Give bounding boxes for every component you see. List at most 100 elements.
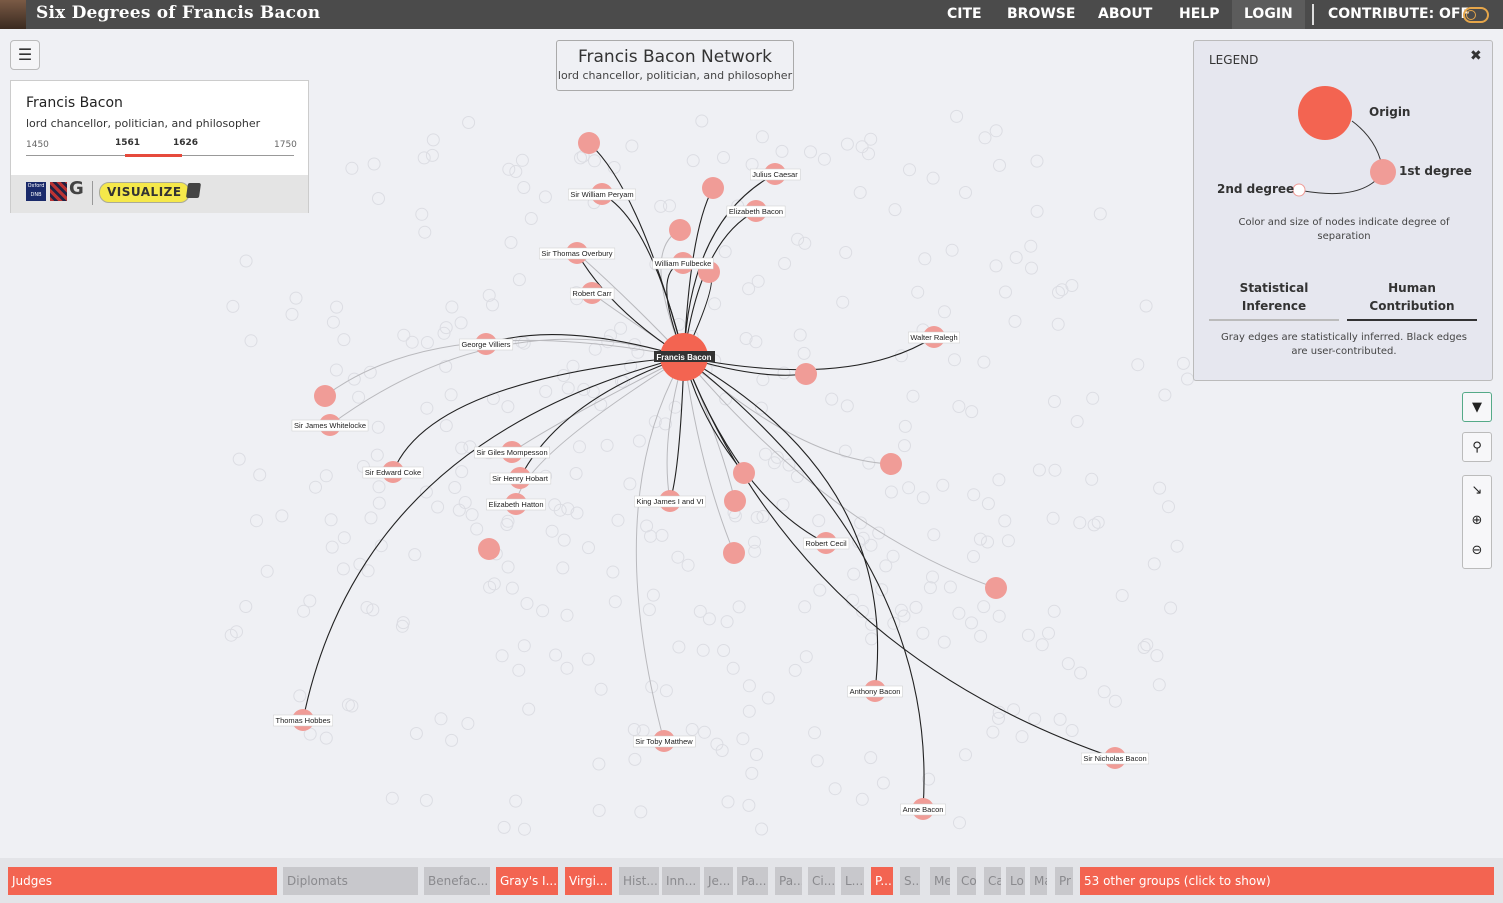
second-degree-node xyxy=(685,723,699,736)
second-degree-node xyxy=(708,297,722,311)
node-label: Sir Thomas Overbury xyxy=(541,249,612,258)
second-degree-node xyxy=(879,559,893,573)
group-filter-item[interactable]: Ma xyxy=(1030,867,1047,895)
second-degree-node xyxy=(696,643,710,657)
visualize-button[interactable]: VISUALIZE xyxy=(99,182,190,203)
node-label: Sir Nicholas Bacon xyxy=(1083,754,1146,763)
second-degree-node xyxy=(720,615,734,629)
second-degree-node xyxy=(847,567,861,581)
second-degree-node xyxy=(799,650,813,664)
second-degree-node xyxy=(776,498,790,512)
second-degree-node xyxy=(959,748,972,762)
second-degree-node xyxy=(686,154,700,168)
second-degree-node xyxy=(855,140,869,154)
second-degree-node xyxy=(742,679,756,693)
second-degree-node xyxy=(512,663,526,677)
legend-second-node xyxy=(1292,183,1306,197)
second-degree-node xyxy=(736,732,750,746)
google-icon[interactable]: G xyxy=(69,178,84,199)
second-degree-node xyxy=(1091,515,1105,529)
second-degree-node xyxy=(864,538,878,552)
zoom-out-icon[interactable]: ⊖ xyxy=(1463,536,1491,566)
zoom-in-icon[interactable]: ⊕ xyxy=(1463,506,1491,536)
second-degree-node xyxy=(505,581,519,595)
second-degree-node xyxy=(462,116,476,129)
group-filter-item[interactable]: Gray's I... xyxy=(496,867,558,895)
group-filter-item[interactable]: S... xyxy=(900,867,920,895)
group-filter-item[interactable]: P... xyxy=(871,867,893,895)
second-degree-node xyxy=(888,203,902,217)
second-degree-node xyxy=(1009,251,1023,264)
group-filter-item[interactable]: 53 other groups (click to show) xyxy=(1080,867,1494,895)
second-degree-node xyxy=(1061,657,1075,671)
person-description: lord chancellor, politician, and philoso… xyxy=(26,117,261,130)
first-degree-node xyxy=(733,462,755,484)
second-degree-node xyxy=(420,401,434,415)
tab-human-contribution[interactable]: Human Contribution xyxy=(1347,279,1477,321)
second-degree-node xyxy=(336,562,350,576)
second-degree-node xyxy=(1025,261,1038,275)
second-degree-node xyxy=(977,355,991,369)
second-degree-node xyxy=(297,604,311,618)
second-degree-node xyxy=(981,497,995,511)
second-degree-node xyxy=(561,502,575,516)
second-degree-node xyxy=(916,491,930,505)
group-filter-item[interactable]: Ci... xyxy=(808,867,835,895)
second-degree-node xyxy=(455,441,469,455)
second-degree-node xyxy=(778,257,792,270)
second-degree-node xyxy=(289,291,303,305)
first-degree-node xyxy=(985,577,1007,599)
second-degree-node xyxy=(745,158,759,171)
group-filter-bar: Judges Diplomats Benefac... Gray's I... Virg… xyxy=(0,858,1503,903)
second-degree-node xyxy=(497,820,511,834)
tab-statistical-inference[interactable]: Statistical Inference xyxy=(1209,279,1339,321)
group-filter-item[interactable]: Diplomats xyxy=(283,867,418,895)
second-degree-node xyxy=(974,629,988,643)
second-degree-node xyxy=(693,604,707,618)
second-degree-node xyxy=(840,137,854,151)
search-button[interactable]: ⚲ xyxy=(1462,432,1492,462)
second-degree-node xyxy=(581,652,595,666)
second-degree-node xyxy=(1046,511,1060,525)
group-filter-item[interactable]: Je... xyxy=(704,867,733,895)
second-degree-node xyxy=(582,541,595,555)
second-degree-node xyxy=(405,335,419,349)
node-label: Robert Carr xyxy=(572,289,612,298)
filter-button[interactable]: ▼ xyxy=(1462,392,1492,422)
group-filter-item[interactable]: Hist... xyxy=(619,867,659,895)
odnb-icon[interactable]: Oxford DNB xyxy=(26,182,46,201)
node-label: Anne Bacon xyxy=(903,805,944,814)
second-degree-node xyxy=(902,481,916,495)
group-filter-item[interactable]: Pr xyxy=(1055,867,1073,895)
pattern-icon[interactable] xyxy=(50,182,67,201)
group-filter-item[interactable]: Judges xyxy=(8,867,277,895)
group-filter-item[interactable]: Pa... xyxy=(737,867,768,895)
group-filter-item[interactable]: Ca xyxy=(984,867,1001,895)
group-filter-item[interactable]: Virgi... xyxy=(565,867,612,895)
group-filter-item[interactable]: Lo xyxy=(1006,867,1025,895)
second-degree-node xyxy=(309,480,322,494)
node-label: Walter Ralegh xyxy=(910,333,957,342)
person-card-footer: Oxford DNB G VISUALIZE xyxy=(11,175,308,213)
second-degree-node xyxy=(1048,395,1061,408)
second-degree-node xyxy=(574,151,587,165)
second-degree-node xyxy=(345,161,359,175)
second-degree-node xyxy=(926,570,939,584)
menu-button[interactable]: ☰ xyxy=(10,40,40,70)
person-name: Francis Bacon xyxy=(26,95,123,111)
person-card: Francis Bacon lord chancellor, politicia… xyxy=(10,80,309,213)
second-degree-node xyxy=(458,496,472,509)
second-degree-node xyxy=(326,315,340,329)
group-filter-item[interactable]: Me xyxy=(930,867,950,895)
second-degree-node xyxy=(1115,589,1129,602)
book-icon[interactable] xyxy=(185,183,202,198)
second-degree-node xyxy=(989,124,1003,138)
collapse-icon[interactable]: ↘ xyxy=(1463,476,1491,506)
group-filter-item[interactable]: Co xyxy=(957,867,976,895)
second-degree-node xyxy=(337,333,351,347)
group-filter-item[interactable]: Benefac... xyxy=(424,867,490,895)
group-filter-item[interactable]: Inn... xyxy=(662,867,700,895)
group-filter-item[interactable]: Pa... xyxy=(775,867,802,895)
group-filter-item[interactable]: L... xyxy=(841,867,864,895)
second-degree-node xyxy=(517,639,531,653)
